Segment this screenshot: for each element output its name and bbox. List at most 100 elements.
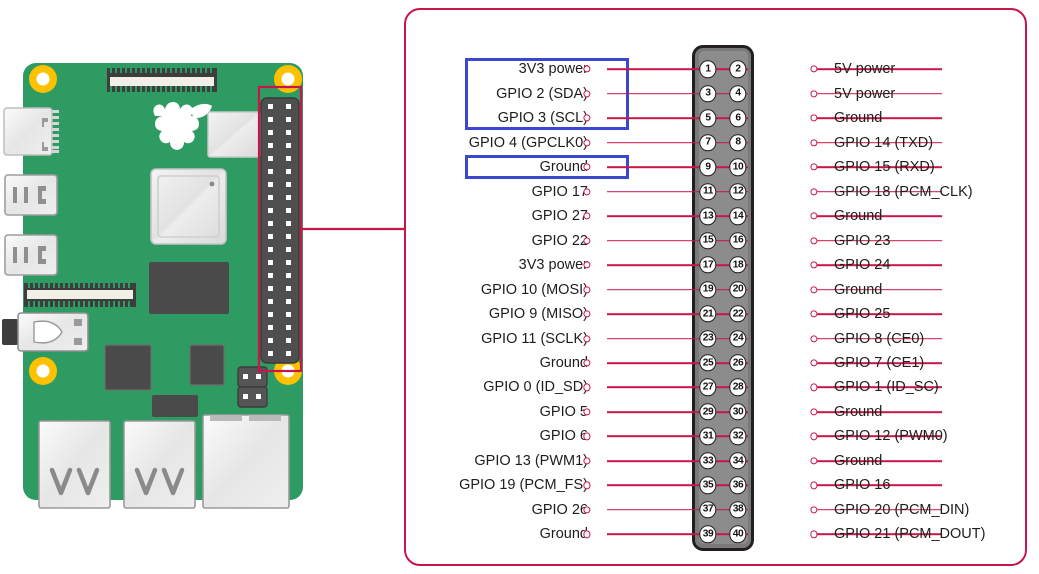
pin-number-29[interactable]: 29 — [699, 403, 717, 421]
pin-number-36[interactable]: 36 — [729, 476, 747, 495]
pin-number-13[interactable]: 13 — [699, 207, 717, 225]
pin-endpoint-right-8 — [810, 139, 818, 147]
pin-wire-left-19 — [607, 288, 748, 291]
pin-label-left-17: 3V3 power — [518, 256, 588, 273]
pin-label-right-36: GPIO 16 — [834, 477, 891, 494]
pin-label-left-3: GPIO 2 (SDA) — [496, 85, 588, 102]
mounting-hole-top-right — [274, 65, 302, 93]
pin-endpoint-right-36 — [810, 481, 818, 489]
pin-number-4[interactable]: 4 — [729, 85, 747, 103]
pin-number-39[interactable]: 39 — [699, 525, 717, 544]
micro-hdmi-port-1 — [4, 234, 58, 276]
pin-number-7[interactable]: 7 — [699, 133, 717, 152]
pin-endpoint-left-33 — [583, 457, 591, 465]
pin-number-22[interactable]: 22 — [729, 305, 747, 323]
pin-number-1[interactable]: 1 — [699, 60, 717, 78]
audio-jack — [2, 312, 89, 352]
pin-endpoint-left-35 — [583, 481, 591, 489]
pin-label-right-32: GPIO 12 (PWM0) — [834, 428, 948, 445]
pin-wire-left-25 — [607, 362, 748, 364]
pin-endpoint-left-5 — [583, 114, 591, 122]
pin-number-35[interactable]: 35 — [699, 476, 717, 495]
pin-number-14[interactable]: 14 — [729, 207, 747, 225]
pin-endpoint-right-40 — [810, 530, 818, 538]
pin-wire-left-21 — [607, 313, 748, 315]
pin-wire-left-3 — [607, 92, 748, 95]
pin-number-26[interactable]: 26 — [729, 354, 747, 372]
display-connector-ribbon — [107, 68, 217, 92]
pin-row: GPIO 3 (SCL) Ground 5 6 — [406, 106, 1029, 131]
pin-number-24[interactable]: 24 — [729, 329, 747, 348]
pin-number-28[interactable]: 28 — [729, 378, 747, 397]
pin-number-6[interactable]: 6 — [729, 109, 747, 127]
pin-label-left-1: 3V3 power — [518, 61, 588, 77]
pin-endpoint-right-24 — [810, 334, 818, 343]
pin-number-12[interactable]: 12 — [729, 182, 747, 201]
small-regulator-chip — [152, 395, 198, 417]
pin-row: GPIO 11 (SCLK) GPIO 8 (CE0) 23 24 — [406, 326, 1029, 351]
pin-row: GPIO 9 (MISO) GPIO 25 21 22 — [406, 302, 1029, 327]
pin-number-21[interactable]: 21 — [699, 305, 717, 323]
pin-endpoint-left-37 — [583, 506, 591, 514]
pin-row: 3V3 power 5V power 1 2 — [406, 57, 1029, 82]
pin-number-34[interactable]: 34 — [729, 452, 747, 470]
pin-number-25[interactable]: 25 — [699, 354, 717, 372]
pin-number-15[interactable]: 15 — [699, 231, 717, 250]
pin-endpoint-right-4 — [810, 90, 818, 98]
mounting-hole-top-left — [29, 65, 57, 93]
pin-number-30[interactable]: 30 — [729, 403, 747, 421]
pin-number-37[interactable]: 37 — [699, 501, 717, 519]
pin-number-18[interactable]: 18 — [729, 256, 747, 274]
pin-wire-left-9 — [607, 166, 748, 168]
pin-number-27[interactable]: 27 — [699, 378, 717, 397]
pin-number-2[interactable]: 2 — [729, 60, 747, 78]
mounting-hole-bottom-left — [29, 357, 57, 385]
pin-number-9[interactable]: 9 — [699, 158, 717, 176]
pin-label-right-6: Ground — [834, 109, 883, 126]
micro-hdmi-port-0 — [4, 174, 58, 216]
pin-row: GPIO 0 (ID_SD) GPIO 1 (ID_SC) 27 28 — [406, 375, 1029, 400]
pin-label-right-16: GPIO 23 — [834, 232, 891, 249]
pin-label-left-15: GPIO 22 — [531, 232, 588, 249]
pin-number-3[interactable]: 3 — [699, 85, 717, 103]
pin-number-11[interactable]: 11 — [699, 182, 717, 201]
pin-endpoint-right-28 — [810, 383, 818, 392]
pin-endpoint-right-20 — [810, 285, 818, 294]
pin-number-40[interactable]: 40 — [729, 525, 747, 544]
pin-wire-left-15 — [607, 239, 748, 242]
pin-number-31[interactable]: 31 — [699, 427, 717, 446]
pin-label-right-26: GPIO 7 (CE1) — [834, 354, 925, 371]
pin-wire-left-35 — [607, 484, 748, 487]
pin-endpoint-left-19 — [583, 285, 591, 294]
pin-number-20[interactable]: 20 — [729, 280, 747, 299]
pin-label-right-34: Ground — [834, 452, 883, 469]
pin-row: GPIO 10 (MOSI) Ground 19 20 — [406, 277, 1029, 302]
pin-number-23[interactable]: 23 — [699, 329, 717, 348]
pin-row: GPIO 4 (GPCLK0) GPIO 14 (TXD) 7 8 — [406, 130, 1029, 155]
pin-number-8[interactable]: 8 — [729, 133, 747, 152]
gpio-header-40pin — [260, 97, 300, 364]
pin-endpoint-left-21 — [583, 310, 591, 318]
pin-row: GPIO 26 GPIO 20 (PCM_DIN) 37 38 — [406, 498, 1029, 523]
pin-label-left-5: GPIO 3 (SCL) — [497, 109, 588, 126]
pin-number-19[interactable]: 19 — [699, 280, 717, 299]
pin-number-5[interactable]: 5 — [699, 109, 717, 127]
pin-label-right-12: GPIO 18 (PCM_CLK) — [834, 183, 973, 200]
pin-number-17[interactable]: 17 — [699, 256, 717, 274]
pin-row: 3V3 power GPIO 24 17 18 — [406, 253, 1029, 278]
pin-label-right-38: GPIO 20 (PCM_DIN) — [834, 501, 970, 518]
pin-number-10[interactable]: 10 — [729, 158, 747, 176]
pin-number-32[interactable]: 32 — [729, 427, 747, 446]
pin-number-38[interactable]: 38 — [729, 501, 747, 519]
pin-endpoint-right-16 — [810, 237, 818, 245]
pin-wire-left-11 — [607, 190, 748, 193]
pin-endpoint-right-2 — [810, 65, 818, 73]
pin-label-left-39: Ground — [539, 526, 588, 543]
pin-wire-left-39 — [607, 533, 748, 536]
pin-wire-left-1 — [607, 68, 748, 71]
pin-row: Ground GPIO 7 (CE1) 25 26 — [406, 351, 1029, 376]
pin-number-16[interactable]: 16 — [729, 231, 747, 250]
pin-number-33[interactable]: 33 — [699, 452, 717, 470]
pin-endpoint-left-1 — [583, 65, 591, 73]
pin-endpoint-left-7 — [583, 139, 591, 147]
